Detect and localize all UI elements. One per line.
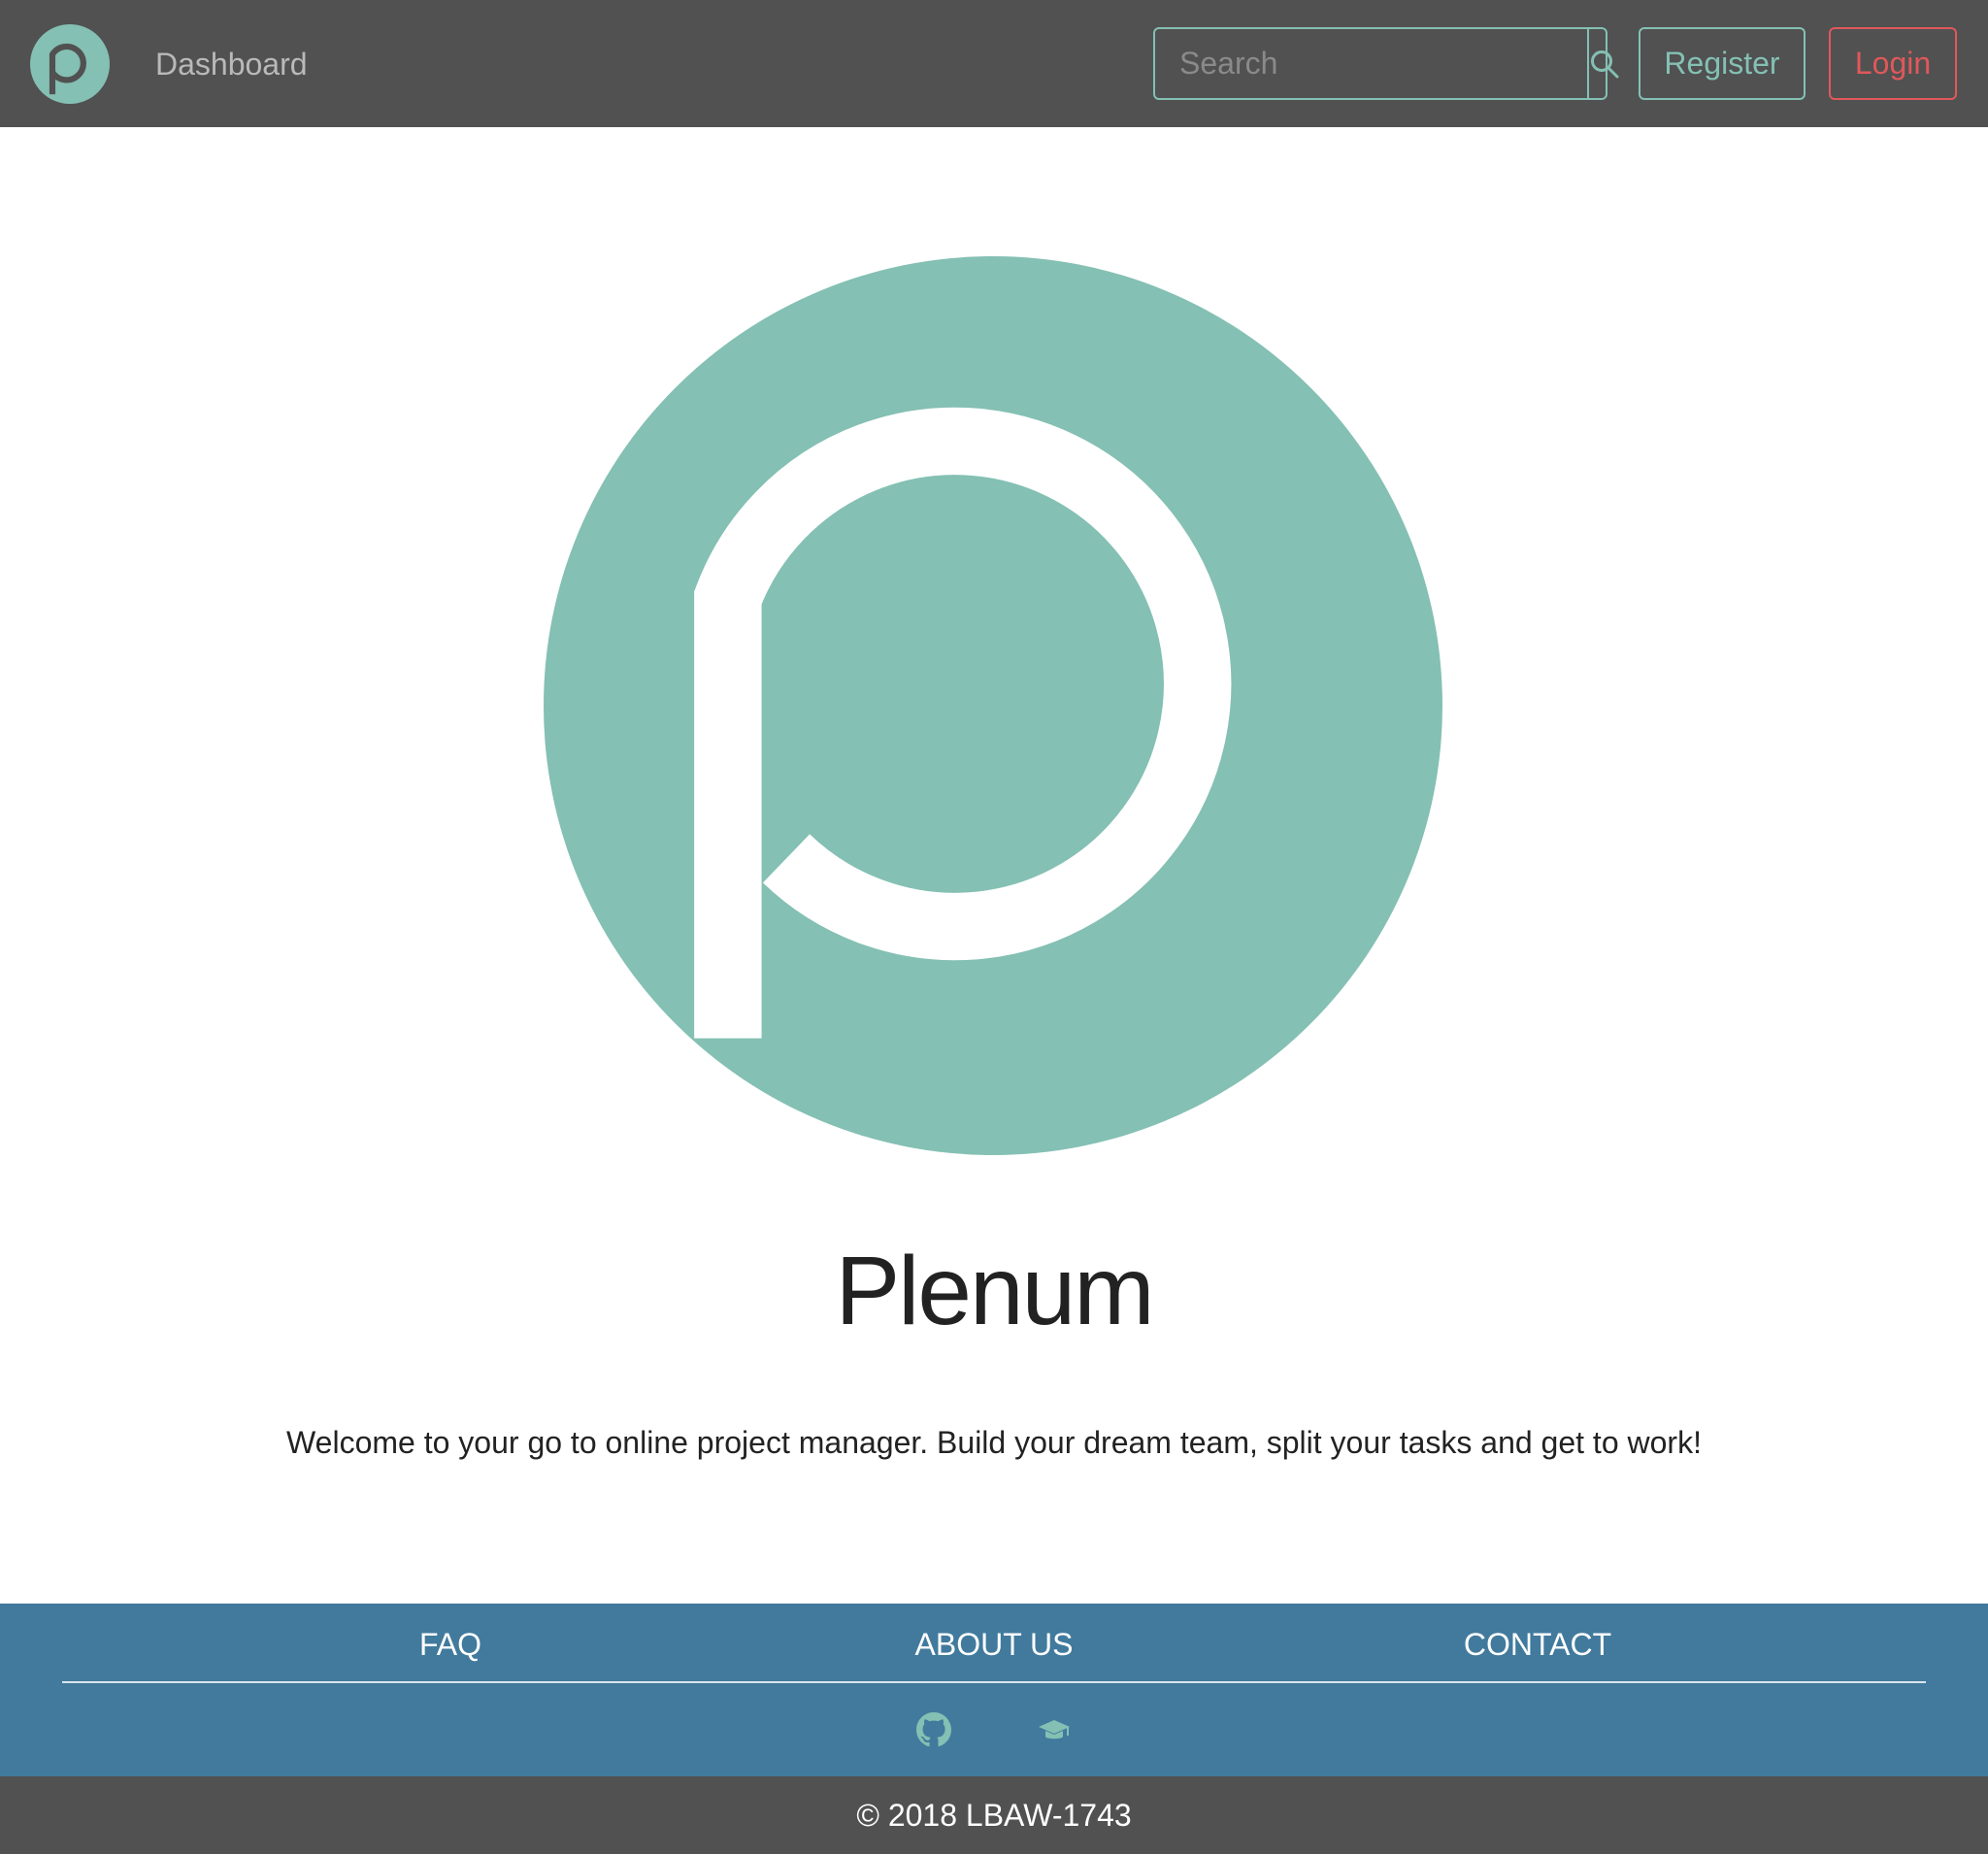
github-icon[interactable]	[916, 1712, 951, 1747]
search-icon	[1591, 50, 1619, 78]
register-button[interactable]: Register	[1639, 27, 1806, 100]
search-input[interactable]	[1155, 29, 1587, 98]
hero-tagline: Welcome to your go to online project man…	[286, 1425, 1702, 1460]
footer-link-faq[interactable]: FAQ	[419, 1625, 481, 1664]
navbar: Dashboard Register Login	[0, 0, 1988, 127]
copyright-text: © 2018 LBAW-1743	[856, 1798, 1132, 1833]
search-button[interactable]	[1587, 29, 1620, 98]
plenum-p-logo-icon	[544, 256, 1442, 1155]
nav-link-dashboard[interactable]: Dashboard	[155, 45, 308, 83]
search-form	[1153, 27, 1619, 100]
page-title: Plenum	[835, 1237, 1154, 1345]
plenum-logo-icon[interactable]	[30, 24, 110, 104]
footer-divider	[62, 1681, 1926, 1683]
login-button[interactable]: Login	[1829, 27, 1957, 100]
footer-link-about-us[interactable]: ABOUT US	[915, 1625, 1074, 1664]
footer-link-contact[interactable]: CONTACT	[1464, 1625, 1611, 1664]
graduation-cap-icon[interactable]	[1037, 1712, 1072, 1747]
